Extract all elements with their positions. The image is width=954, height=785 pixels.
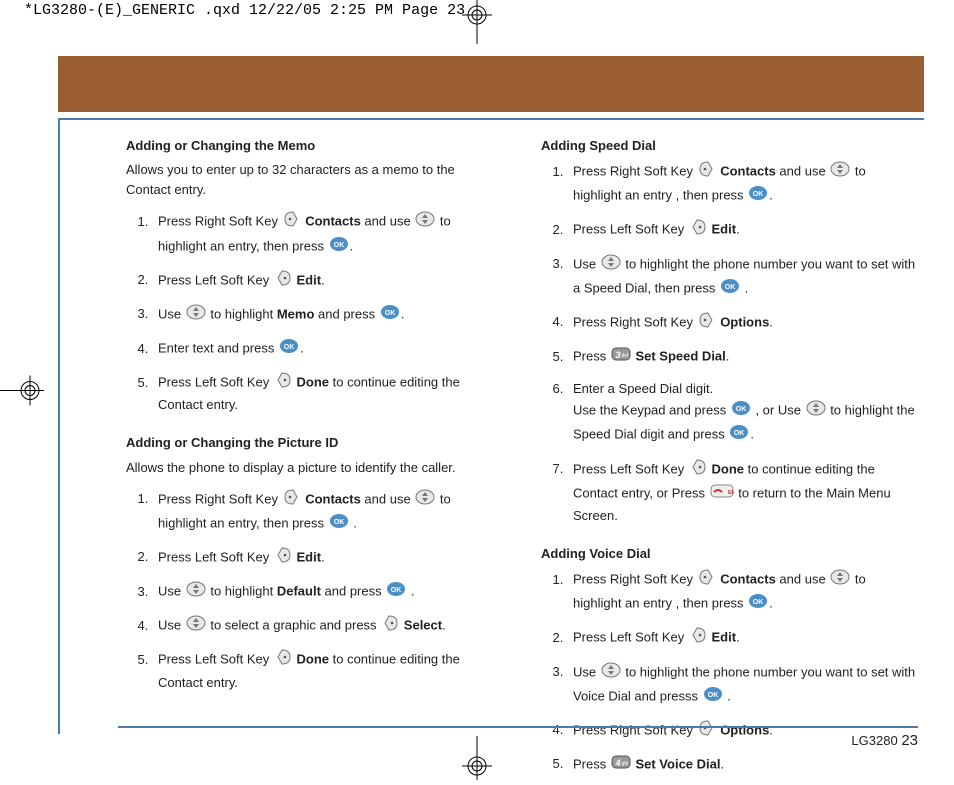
left-soft-key-icon [381, 614, 399, 638]
speed-step-4: Press Right Soft Key Options. [567, 311, 916, 335]
memo-step-5: Press Left Soft Key Done to continue edi… [152, 371, 501, 415]
page-footer: LG3280 23 [118, 726, 918, 749]
memo-steps: Press Right Soft Key Contacts and use to… [126, 210, 501, 415]
memo-title: Adding or Changing the Memo [126, 136, 501, 156]
memo-step-2: Press Left Soft Key Edit. [152, 269, 501, 293]
left-soft-key-icon [274, 371, 292, 395]
left-soft-key-icon [689, 458, 707, 482]
print-crop-info: *LG3280-(E)_GENERIC .qxd 12/22/05 2:25 P… [24, 2, 465, 19]
nav-key-icon [186, 303, 206, 327]
left-soft-key-icon [274, 648, 292, 672]
voice-step-3: Use to highlight the phone number you wa… [567, 661, 916, 709]
left-soft-key-icon [689, 218, 707, 242]
end-key-icon [710, 482, 734, 506]
picture-title: Adding or Changing the Picture ID [126, 433, 501, 453]
right-soft-key-icon [283, 210, 301, 234]
key-3-icon [611, 345, 631, 369]
nav-key-icon [415, 210, 435, 234]
horizontal-rule [58, 118, 924, 120]
ok-key-icon [720, 277, 740, 301]
ok-key-icon [748, 184, 768, 208]
nav-key-icon [601, 253, 621, 277]
nav-key-icon [186, 614, 206, 638]
memo-step-1: Press Right Soft Key Contacts and use to… [152, 210, 501, 258]
speed-dial-steps: Press Right Soft Key Contacts and use to… [541, 160, 916, 526]
right-soft-key-icon [698, 568, 716, 592]
nav-key-icon [830, 160, 850, 184]
page-content: Adding or Changing the Memo Allows you t… [126, 136, 916, 725]
picture-step-5: Press Left Soft Key Done to continue edi… [152, 648, 501, 692]
speed-step-1: Press Right Soft Key Contacts and use to… [567, 160, 916, 208]
left-soft-key-icon [689, 626, 707, 650]
crop-mark-left [0, 375, 44, 410]
picture-step-4: Use to select a graphic and press Select… [152, 614, 501, 638]
right-soft-key-icon [698, 311, 716, 335]
memo-step-3: Use to highlight Memo and press . [152, 303, 501, 327]
ok-key-icon [329, 235, 349, 259]
crop-mark-top [462, 0, 492, 49]
memo-intro: Allows you to enter up to 32 characters … [126, 160, 501, 200]
ok-key-icon [380, 303, 400, 327]
ok-key-icon [386, 580, 406, 604]
left-soft-key-icon [274, 546, 292, 570]
picture-intro: Allows the phone to display a picture to… [126, 458, 501, 478]
ok-key-icon [703, 685, 723, 709]
key-4-icon [611, 753, 631, 777]
picture-step-2: Press Left Soft Key Edit. [152, 546, 501, 570]
ok-key-icon [279, 337, 299, 361]
left-soft-key-icon [274, 269, 292, 293]
voice-step-1: Press Right Soft Key Contacts and use to… [567, 568, 916, 616]
nav-key-icon [830, 568, 850, 592]
footer-page-number: 23 [901, 732, 918, 749]
vertical-rule [58, 120, 60, 734]
ok-key-icon [731, 399, 751, 423]
nav-key-icon [186, 580, 206, 604]
voice-step-2: Press Left Soft Key Edit. [567, 626, 916, 650]
nav-key-icon [601, 661, 621, 685]
nav-key-icon [806, 399, 826, 423]
right-column: Adding Speed Dial Press Right Soft Key C… [541, 136, 916, 725]
speed-title: Adding Speed Dial [541, 136, 916, 156]
picture-step-1: Press Right Soft Key Contacts and use to… [152, 488, 501, 536]
speed-step-2: Press Left Soft Key Edit. [567, 218, 916, 242]
right-soft-key-icon [283, 488, 301, 512]
footer-model: LG3280 [851, 733, 897, 748]
voice-title: Adding Voice Dial [541, 544, 916, 564]
picture-step-3: Use to highlight Default and press . [152, 580, 501, 604]
right-soft-key-icon [698, 160, 716, 184]
nav-key-icon [415, 488, 435, 512]
speed-step-6: Enter a Speed Dial digit.Use the Keypad … [567, 379, 916, 447]
left-column: Adding or Changing the Memo Allows you t… [126, 136, 501, 725]
ok-key-icon [748, 592, 768, 616]
ok-key-icon [729, 423, 749, 447]
memo-step-4: Enter text and press . [152, 337, 501, 361]
voice-step-5: Press Set Voice Dial. [567, 753, 916, 777]
speed-step-3: Use to highlight the phone number you wa… [567, 253, 916, 301]
speed-step-7: Press Left Soft Key Done to continue edi… [567, 458, 916, 526]
pictureid-steps: Press Right Soft Key Contacts and use to… [126, 488, 501, 693]
speed-step-5: Press Set Speed Dial. [567, 345, 916, 369]
header-banner [58, 56, 924, 112]
ok-key-icon [329, 512, 349, 536]
